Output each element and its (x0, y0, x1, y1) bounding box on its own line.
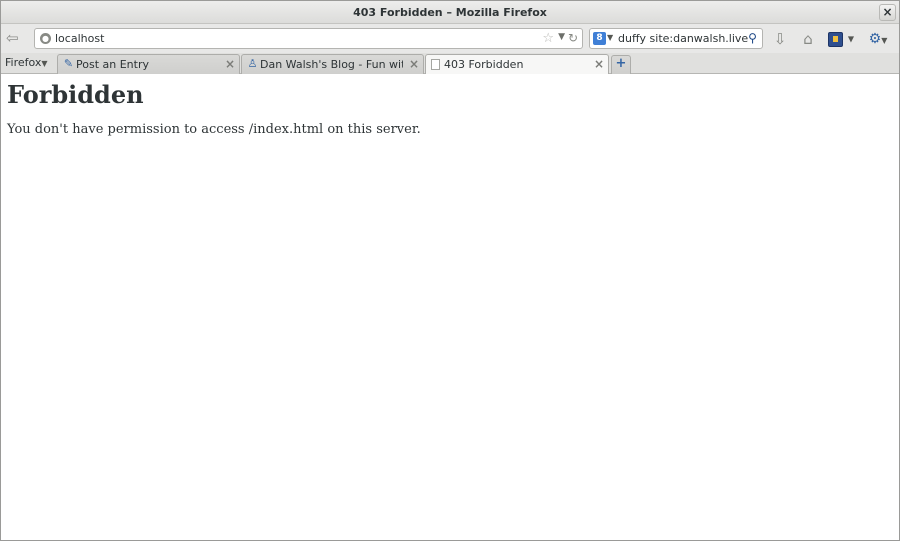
chevron-down-icon: ▼ (881, 36, 888, 45)
title-bar: 403 Forbidden – Mozilla Firefox × (1, 1, 899, 24)
search-icon[interactable]: ⚲ (745, 31, 760, 46)
blank-page-icon (431, 59, 440, 70)
pencil-icon: ✎ (63, 57, 74, 70)
window-close-button[interactable]: × (879, 4, 896, 21)
tab-label: Post an Entry (76, 58, 149, 71)
user-icon: ♙ (247, 57, 258, 70)
home-icon[interactable]: ⌂ (798, 29, 818, 49)
search-bar[interactable]: 8 ▼ duffy site:danwalsh.livejournal.com … (589, 28, 763, 49)
search-input[interactable]: duffy site:danwalsh.livejournal.com (618, 32, 748, 45)
url-text[interactable]: localhost (55, 32, 104, 45)
window-title: 403 Forbidden – Mozilla Firefox (353, 6, 547, 19)
firefox-menu-label: Firefox (5, 56, 42, 69)
tab-close-button[interactable]: × (594, 57, 604, 71)
download-icon[interactable]: ⇩ (770, 29, 790, 49)
navigation-toolbar: ⇦ ● localhost ☆ ▼ ↻ 8 ▼ duffy site:danwa… (1, 24, 899, 53)
new-tab-button[interactable]: + (611, 55, 631, 74)
tab-403-forbidden[interactable]: 403 Forbidden × (425, 54, 609, 75)
url-bar[interactable]: ● localhost ☆ ▼ ↻ (34, 28, 583, 49)
tab-close-button[interactable]: × (225, 57, 235, 71)
addon-button[interactable]: ▼ (827, 29, 855, 49)
site-identity-icon[interactable]: ● (40, 33, 51, 44)
tab-strip: Firefox▼ ✎ Post an Entry × ♙ Dan Walsh's… (1, 53, 899, 75)
tab-close-button[interactable]: × (409, 57, 419, 71)
network-icon: ⚙ (868, 31, 882, 47)
network-button[interactable]: ⚙▼ (863, 29, 893, 49)
page-content: Forbidden You don't have permission to a… (1, 74, 899, 540)
addon-icon (828, 32, 844, 47)
firefox-menu-button[interactable]: Firefox▼ (5, 56, 48, 69)
back-arrow-icon[interactable]: ⇦ (6, 30, 24, 46)
chevron-down-icon[interactable]: ▼ (607, 33, 613, 42)
search-engine-icon[interactable]: 8 (593, 32, 606, 45)
tab-post-an-entry[interactable]: ✎ Post an Entry × (57, 54, 240, 74)
browser-window: 403 Forbidden – Mozilla Firefox × ⇦ ● lo… (0, 0, 900, 541)
star-icon[interactable]: ☆ (542, 31, 554, 46)
reload-icon[interactable]: ↻ (568, 31, 578, 45)
error-message: You don't have permission to access /ind… (7, 122, 421, 137)
tab-label: 403 Forbidden (444, 58, 524, 71)
chevron-down-icon: ▼ (847, 34, 854, 44)
chevron-down-icon[interactable]: ▼ (558, 32, 565, 42)
tab-dan-walsh-blog[interactable]: ♙ Dan Walsh's Blog - Fun with... × (241, 54, 424, 74)
chevron-down-icon: ▼ (41, 59, 48, 68)
tab-label: Dan Walsh's Blog - Fun with... (260, 58, 403, 71)
page-title: Forbidden (7, 80, 144, 109)
